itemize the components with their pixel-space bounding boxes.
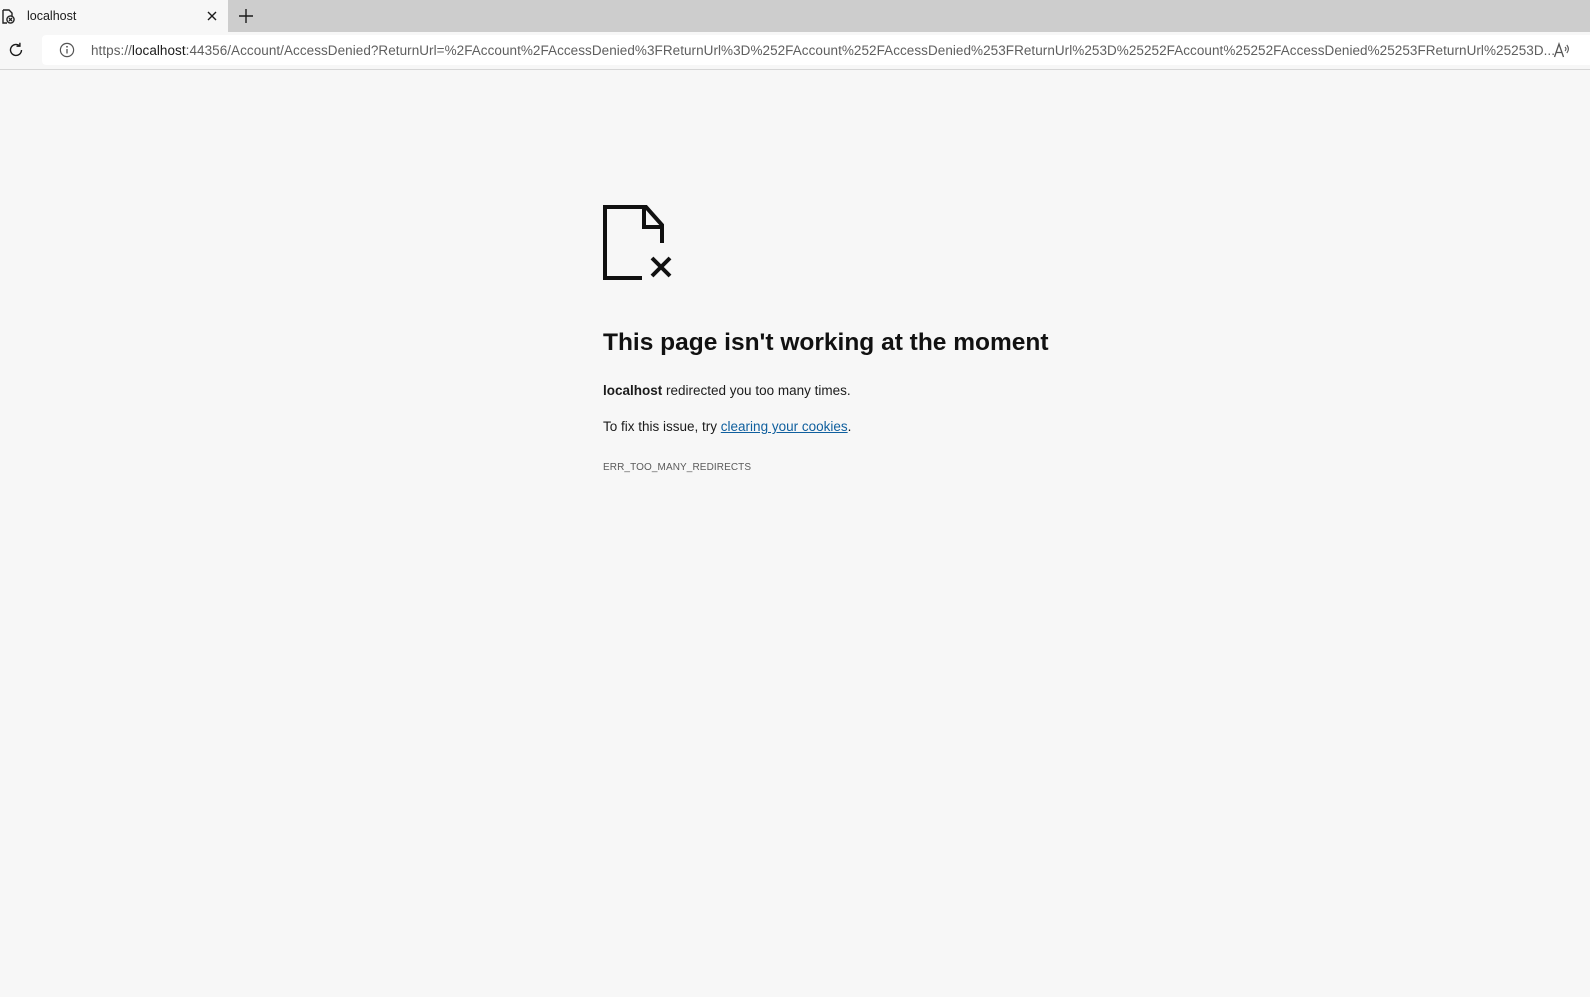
error-description: localhost redirected you too many times. (603, 383, 851, 398)
address-bar[interactable]: https://localhost:44356/Account/AccessDe… (42, 35, 1590, 65)
close-icon[interactable] (205, 9, 219, 23)
error-document-icon (2, 9, 15, 24)
tab-strip: localhost (0, 0, 1590, 32)
toolbar: https://localhost:44356/Account/AccessDe… (0, 32, 1590, 70)
new-tab-icon[interactable] (237, 7, 255, 25)
fix-suffix: . (847, 419, 852, 434)
url-scheme: https:// (91, 43, 132, 58)
url-path: :44356/Account/AccessDenied?ReturnUrl=%2… (185, 43, 1556, 58)
broken-document-icon (603, 205, 672, 280)
error-code: ERR_TOO_MANY_REDIRECTS (603, 462, 752, 473)
error-fix-hint: To fix this issue, try clearing your coo… (603, 419, 851, 434)
clear-cookies-link[interactable]: clearing your cookies (721, 419, 848, 434)
error-title: This page isn't working at the moment (603, 329, 1049, 356)
error-description-text: redirected you too many times. (662, 383, 851, 398)
error-host: localhost (603, 383, 663, 398)
url-host: localhost (131, 43, 186, 58)
info-icon[interactable] (59, 42, 75, 58)
fix-prefix: To fix this issue, try (603, 419, 721, 434)
read-aloud-icon[interactable] (1553, 42, 1571, 59)
tab-localhost[interactable]: localhost (0, 0, 228, 32)
reload-icon[interactable] (7, 41, 25, 59)
url-text[interactable]: https://localhost:44356/Account/AccessDe… (91, 43, 1586, 58)
tab-title: localhost (27, 9, 77, 23)
